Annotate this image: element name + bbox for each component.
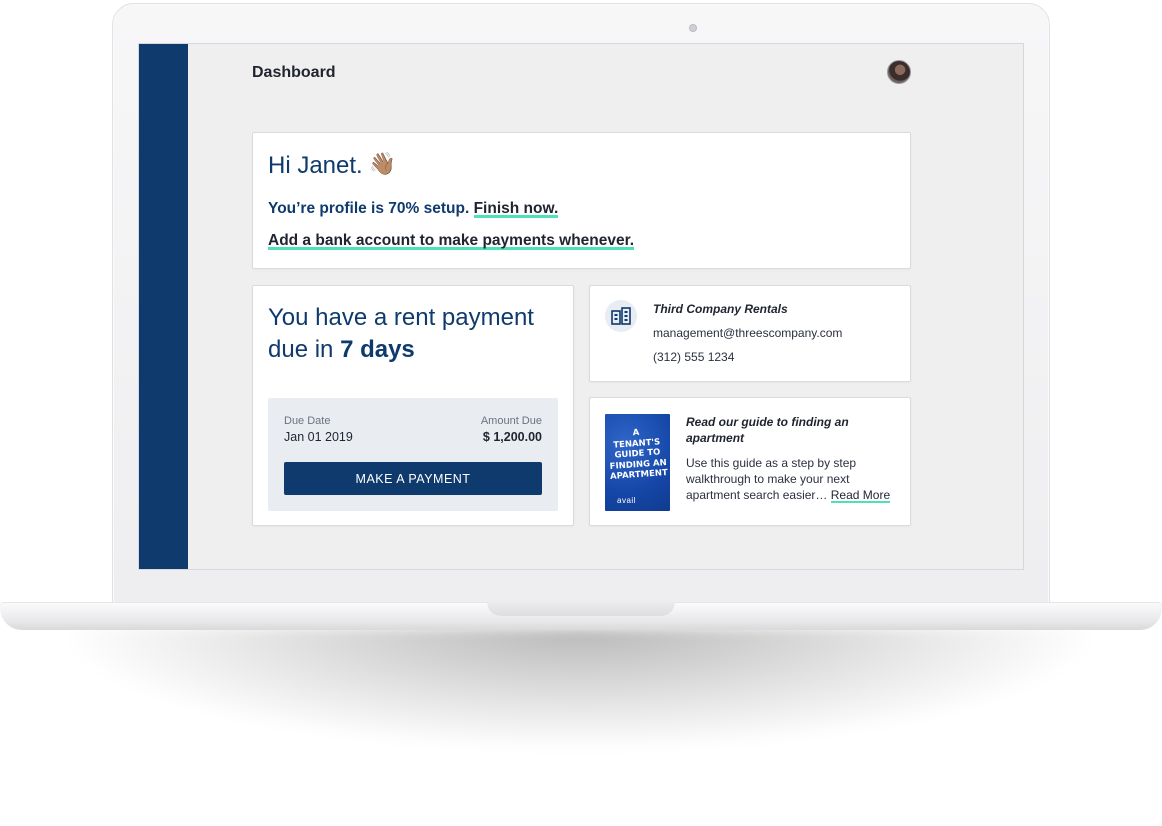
greeting-text: Hi Janet. — [268, 152, 363, 179]
welcome-card: Hi Janet. 👋🏽 You’re profile is 70% setup.… — [252, 132, 911, 269]
rent-days-remaining: 7 days — [340, 336, 415, 363]
landlord-card: Third Company Rentals management@threesc… — [589, 285, 911, 382]
add-bank-account-link[interactable]: Add a bank account to make payments when… — [268, 232, 635, 250]
greeting: Hi Janet. 👋🏽 — [268, 151, 396, 180]
guide-title[interactable]: Read our guide to finding an apartment — [686, 414, 896, 446]
make-payment-button[interactable]: MAKE A PAYMENT — [284, 462, 542, 495]
screen: Dashboard Hi Janet. 👋🏽 You’re profile is … — [138, 43, 1024, 570]
bank-account-line: Add a bank account to make payments when… — [268, 232, 635, 250]
sidebar — [139, 44, 188, 569]
finish-setup-link[interactable]: Finish now. — [473, 200, 559, 218]
avail-logo: avail — [617, 496, 636, 505]
guide-cover-image[interactable]: A TENANT'S GUIDE TO FINDING AN APARTMENT… — [605, 414, 670, 511]
guide-cover-title: A TENANT'S GUIDE TO FINDING AN APARTMENT — [605, 426, 670, 483]
wave-icon: 👋🏽 — [368, 151, 397, 176]
due-date-value: Jan 01 2019 — [284, 430, 353, 444]
profile-setup-line: You’re profile is 70% setup. Finish now. — [268, 200, 559, 218]
due-date-label: Due Date — [284, 415, 331, 427]
user-avatar[interactable] — [887, 60, 911, 84]
rent-card: You have a rent payment due in 7 days Du… — [252, 285, 574, 526]
landlord-phone[interactable]: (312) 555 1234 — [653, 350, 734, 364]
profile-setup-text: You’re profile is 70% setup. — [268, 200, 470, 217]
laptop-notch — [487, 602, 675, 616]
payment-panel: Due Date Jan 01 2019 Amount Due $ 1,200.… — [268, 398, 558, 511]
read-more-link[interactable]: Read More — [830, 488, 891, 503]
landlord-email[interactable]: management@threescompany.com — [653, 326, 842, 340]
building-icon — [605, 300, 637, 332]
camera-dot — [689, 24, 697, 32]
amount-due-label: Amount Due — [480, 415, 542, 427]
guide-card: A TENANT'S GUIDE TO FINDING AN APARTMENT… — [589, 397, 911, 526]
guide-description: Use this guide as a step by step walkthr… — [686, 455, 898, 503]
page-title: Dashboard — [252, 64, 336, 81]
amount-due-value: $ 1,200.00 — [482, 430, 542, 444]
laptop-shadow — [70, 628, 1090, 748]
rent-headline: You have a rent payment due in 7 days — [268, 302, 558, 366]
landlord-name: Third Company Rentals — [653, 302, 788, 316]
